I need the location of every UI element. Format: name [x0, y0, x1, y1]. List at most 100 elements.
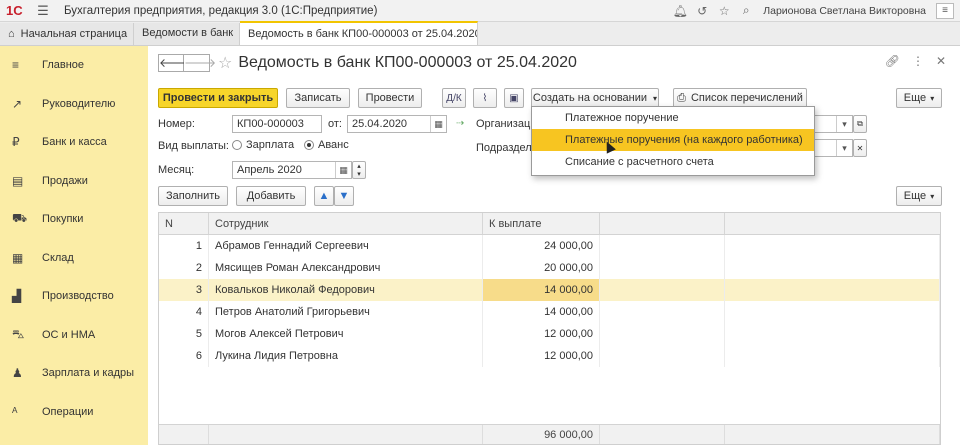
row-empty: [600, 345, 725, 367]
favorite-star-icon[interactable]: ☆: [218, 53, 232, 73]
sidebar-item-label: Зарплата и кадры: [42, 367, 135, 380]
row-filler: [725, 323, 940, 345]
open-organization-icon[interactable]: ⧉: [853, 115, 867, 133]
sidebar-item-manager[interactable]: ↗ Руководителю: [0, 85, 148, 124]
menu-lines-icon: ≡: [12, 58, 20, 73]
row-filler: [725, 235, 940, 257]
more-label: Еще: [903, 92, 927, 104]
more-actions-button[interactable]: Еще ▾: [896, 88, 942, 108]
post-and-close-button[interactable]: Провести и закрыть: [158, 88, 278, 108]
col-filler-header: [725, 213, 940, 234]
footer-cell: [725, 425, 940, 444]
home-icon: ⌂: [8, 27, 15, 40]
row-employee: Мясищев Роман Александрович: [209, 257, 483, 279]
sidebar-item-production[interactable]: ▟ Производство: [0, 277, 148, 316]
table-row[interactable]: 1 Абрамов Геннадий Сергеевич 24 000,00: [159, 235, 940, 257]
menu-item-debit-from-account[interactable]: Списание с расчетного счета: [532, 151, 814, 173]
col-employee-header[interactable]: Сотрудник: [209, 213, 483, 234]
row-number: 6: [159, 345, 209, 367]
row-filler: [725, 345, 940, 367]
save-button[interactable]: Записать: [286, 88, 350, 108]
month-field[interactable]: Апрель 2020 ▦: [232, 161, 352, 179]
post-button[interactable]: Провести: [358, 88, 422, 108]
sidebar-item-bank[interactable]: ₽ Банк и касса: [0, 123, 148, 162]
history-icon[interactable]: ↺: [691, 4, 713, 18]
move-up-icon[interactable]: ▲: [314, 186, 334, 206]
table-row[interactable]: 6 Лукина Лидия Петровна 12 000,00: [159, 345, 940, 367]
col-amount-header[interactable]: К выплате: [483, 213, 600, 234]
table-row[interactable]: 4 Петров Анатолий Григорьевич 14 000,00: [159, 301, 940, 323]
sidebar: ≡ Главное ↗ Руководителю ₽ Банк и касса ▤ Пр…: [0, 46, 148, 445]
create-based-on-button[interactable]: Создать на основании ▾: [531, 88, 659, 108]
radio-advance[interactable]: Аванс: [304, 139, 349, 151]
favorites-star-icon[interactable]: ☆: [713, 4, 735, 18]
row-amount: 12 000,00: [483, 345, 600, 367]
chevron-down-icon[interactable]: ▾: [836, 116, 852, 132]
menu-item-payment-orders-per-employee[interactable]: Платежные поручения (на каждого работник…: [532, 129, 814, 151]
sidebar-item-purchases[interactable]: ⛟ Покупки: [0, 200, 148, 239]
row-number: 1: [159, 235, 209, 257]
operations-icon: ᴬ: [12, 404, 18, 419]
date-field[interactable]: 25.04.2020 ▦: [347, 115, 447, 133]
sidebar-item-assets[interactable]: ⛍ ОС и НМА: [0, 316, 148, 355]
month-value: Апрель 2020: [237, 164, 302, 176]
doc-flow-icon[interactable]: ⇢: [456, 118, 464, 129]
radio-salary-label: Зарплата: [246, 139, 295, 151]
bell-icon[interactable]: 🔔︎: [669, 4, 691, 18]
row-amount: 24 000,00: [483, 235, 600, 257]
back-button[interactable]: 🡐: [158, 54, 191, 72]
dt-kt-icon[interactable]: Д/К: [442, 88, 466, 108]
table-row[interactable]: 2 Мясищев Роман Александрович 20 000,00: [159, 257, 940, 279]
create-based-on-label: Создать на основании: [532, 92, 648, 104]
clear-subdivision-icon[interactable]: ✕: [853, 139, 867, 157]
main-menu-icon[interactable]: ☰: [34, 3, 52, 19]
chevron-down-icon[interactable]: ▾: [836, 140, 852, 156]
warehouse-icon: ▦: [12, 250, 24, 265]
row-amount: 14 000,00: [483, 301, 600, 323]
page-title: Ведомость в банк КП00-000003 от 25.04.20…: [238, 54, 577, 71]
date-from-label: от:: [328, 118, 342, 130]
move-down-icon[interactable]: ▼: [334, 186, 354, 206]
structure-icon[interactable]: ▣: [504, 88, 524, 108]
link-icon[interactable]: 🔗︎: [885, 54, 900, 68]
sidebar-item-salary[interactable]: ♟ Зарплата и кадры: [0, 354, 148, 393]
table-more-button[interactable]: Еще ▾: [896, 186, 942, 206]
month-stepper[interactable]: ▴ ▾: [352, 161, 366, 179]
number-field[interactable]: КП00-000003: [232, 115, 322, 133]
sidebar-item-operations[interactable]: ᴬ Операции: [0, 393, 148, 432]
table-row-selected[interactable]: 3 Ковальков Николай Федорович 14 000,00: [159, 279, 940, 301]
paperclip-icon[interactable]: ⌇: [473, 88, 497, 108]
col-n-header[interactable]: N: [159, 213, 209, 234]
date-value: 25.04.2020: [352, 118, 408, 130]
radio-salary[interactable]: Зарплата: [232, 139, 294, 151]
row-employee: Лукина Лидия Петровна: [209, 345, 483, 367]
calendar-icon[interactable]: ▦: [430, 116, 446, 132]
tab-home[interactable]: ⌂ Начальная страница: [0, 23, 134, 45]
row-empty: [600, 235, 725, 257]
calendar-icon[interactable]: ▦: [335, 162, 351, 178]
close-icon[interactable]: ✕: [936, 54, 946, 68]
more-label: Еще: [903, 190, 927, 202]
fill-button[interactable]: Заполнить: [158, 186, 228, 206]
forward-button[interactable]: 🡒: [184, 54, 216, 72]
printer-icon: ⎙: [677, 91, 686, 104]
transfer-list-button[interactable]: ⎙ Список перечислений: [673, 88, 807, 108]
create-based-on-menu: Платежное поручение Платежные поручения …: [531, 106, 815, 176]
sidebar-item-label: Покупки: [42, 213, 84, 226]
sidebar-item-main[interactable]: ≡ Главное: [0, 46, 148, 85]
row-empty: [600, 257, 725, 279]
tab-bank-statement-doc[interactable]: Ведомость в банк КП00-000003 от 25.04.20…: [240, 21, 478, 45]
row-number: 2: [159, 257, 209, 279]
trend-icon: ↗: [12, 96, 23, 111]
tab-bank-statements[interactable]: Ведомости в банк: [134, 23, 240, 45]
menu-item-payment-order[interactable]: Платежное поручение: [532, 107, 814, 129]
more-vertical-icon[interactable]: ⋮: [912, 54, 924, 68]
user-name[interactable]: Ларионова Светлана Викторовна: [763, 5, 926, 17]
window-menu-icon[interactable]: ≡: [936, 3, 954, 19]
sidebar-item-warehouse[interactable]: ▦ Склад: [0, 239, 148, 278]
sidebar-item-sales[interactable]: ▤ Продажи: [0, 162, 148, 201]
table-row[interactable]: 5 Могов Алексей Петрович 12 000,00: [159, 323, 940, 345]
row-empty: [600, 301, 725, 323]
add-button[interactable]: Добавить: [236, 186, 306, 206]
search-icon[interactable]: ⌕: [735, 3, 757, 18]
